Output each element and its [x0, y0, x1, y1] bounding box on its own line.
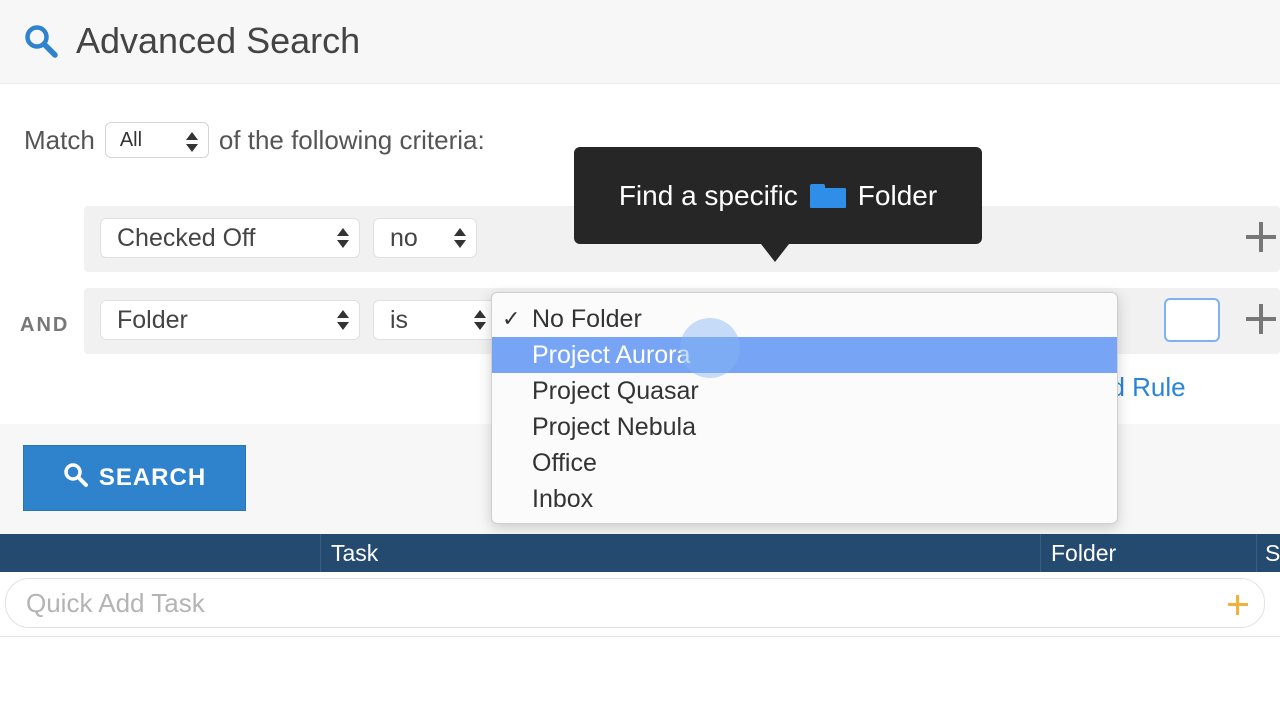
rule-field-value: Checked Off	[117, 224, 256, 252]
dropdown-option-project-quasar[interactable]: Project Quasar	[492, 373, 1117, 409]
column-header-folder[interactable]: Folder	[1040, 534, 1256, 572]
dropdown-option-project-nebula[interactable]: Project Nebula	[492, 409, 1117, 445]
folder-value-select[interactable]	[1164, 298, 1220, 342]
updown-icon	[337, 310, 349, 330]
rule-field-value: Folder	[117, 306, 188, 334]
rule-field-select[interactable]: Checked Off	[100, 218, 360, 258]
rule-operator-select[interactable]: is	[373, 300, 497, 340]
folder-icon	[809, 183, 846, 208]
option-label: Project Aurora	[532, 341, 691, 369]
tooltip-text-folder: Folder	[857, 179, 938, 211]
dropdown-option-project-aurora[interactable]: Project Aurora	[492, 337, 1117, 373]
option-label: Inbox	[532, 485, 594, 513]
checkmark-icon: ✓	[502, 306, 521, 331]
search-button[interactable]: SEARCH	[23, 445, 246, 511]
updown-icon	[185, 132, 198, 152]
rule-field-select[interactable]: Folder	[100, 300, 360, 340]
folder-dropdown-menu: ✓ No Folder Project Aurora Project Quasa…	[491, 292, 1118, 524]
option-label: Office	[532, 449, 597, 477]
divider	[0, 636, 1280, 637]
option-label: No Folder	[532, 305, 642, 333]
dropdown-option-inbox[interactable]: Inbox	[492, 481, 1117, 517]
match-select[interactable]: All	[104, 122, 209, 158]
rule-operator-select[interactable]: no	[373, 218, 477, 258]
quick-add-bar	[5, 578, 1265, 628]
conjunction-label: AND	[20, 314, 70, 336]
table-header: Task Folder S	[0, 534, 1280, 572]
cursor-highlight	[680, 318, 740, 378]
updown-icon	[337, 228, 349, 248]
dropdown-option-no-folder[interactable]: ✓ No Folder	[492, 301, 1117, 337]
quick-add-plus-icon[interactable]	[1228, 595, 1248, 615]
option-label: Project Quasar	[532, 377, 699, 405]
column-header-status[interactable]: S	[1256, 534, 1280, 572]
option-label: Project Nebula	[532, 413, 696, 441]
updown-icon	[474, 310, 486, 330]
add-rule-plus-icon[interactable]	[1244, 220, 1278, 254]
quick-add-input[interactable]	[26, 585, 1206, 621]
updown-icon	[454, 228, 466, 248]
dropdown-option-office[interactable]: Office	[492, 445, 1117, 481]
match-label: Match	[24, 124, 95, 155]
match-row: Match All of the following criteria:	[24, 122, 485, 158]
match-select-value: All	[119, 129, 143, 151]
add-rule-plus-icon[interactable]	[1244, 302, 1278, 336]
match-suffix: of the following criteria:	[218, 124, 485, 155]
search-icon	[24, 24, 58, 63]
column-header-task[interactable]: Task	[320, 534, 1040, 572]
header: Advanced Search	[0, 0, 1280, 84]
rule-operator-value: is	[390, 306, 409, 334]
page-title: Advanced Search	[76, 20, 361, 61]
search-icon	[63, 462, 89, 495]
tooltip: Find a specific Folder	[574, 147, 982, 262]
search-button-label: SEARCH	[98, 464, 207, 491]
rule-operator-value: no	[390, 224, 418, 252]
tooltip-text: Find a specific	[618, 179, 798, 211]
